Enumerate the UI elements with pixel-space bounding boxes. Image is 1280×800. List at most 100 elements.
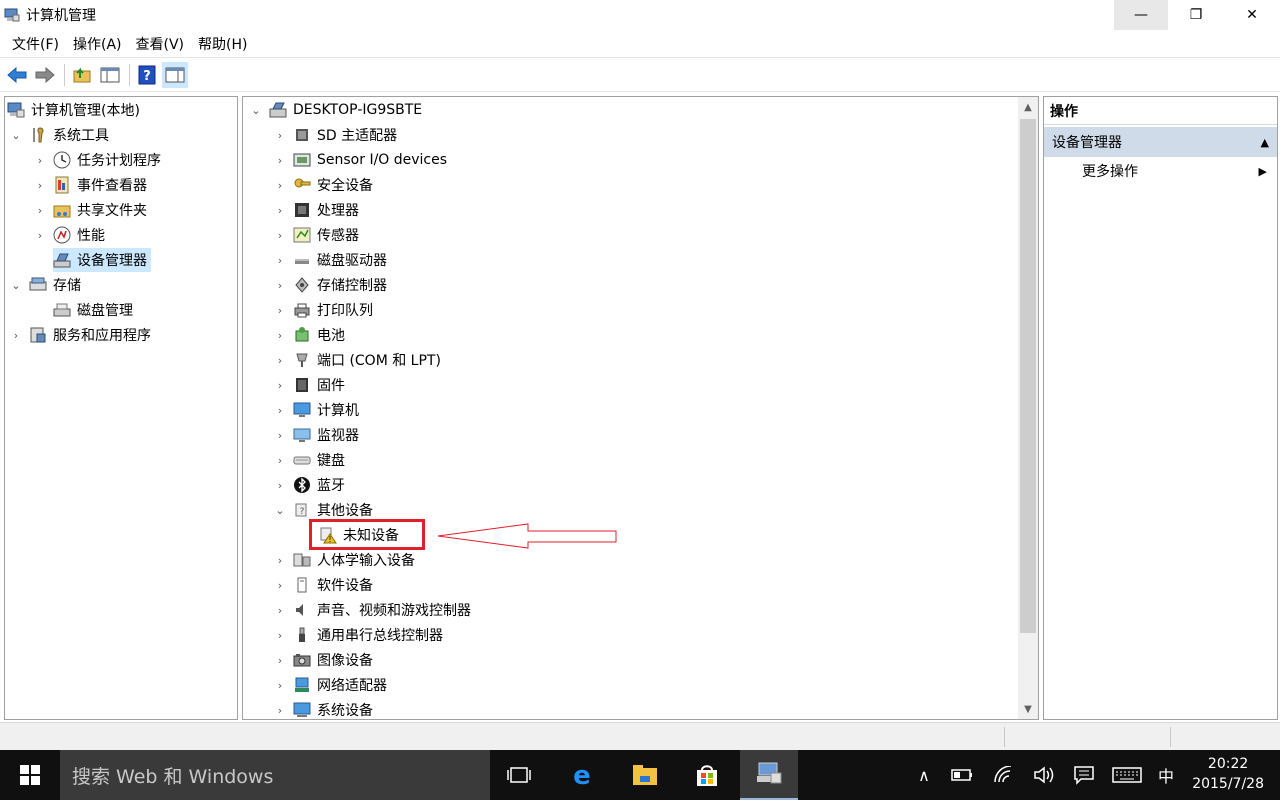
device-category[interactable]: › 图像设备 [273,648,373,672]
chevron-right-icon[interactable]: › [273,328,287,342]
store-icon[interactable] [678,750,736,800]
menu-help[interactable]: 帮助(H) [192,34,253,54]
restore-button[interactable]: ❐ [1168,0,1224,30]
device-category[interactable]: › Sensor I/O devices [273,148,447,172]
chevron-down-icon[interactable]: ⌄ [273,503,287,517]
chevron-right-icon[interactable]: › [273,428,287,442]
touch-keyboard-icon[interactable] [1110,750,1144,800]
start-button[interactable] [0,750,60,800]
tree-device-manager[interactable]: 设备管理器 [53,248,151,272]
device-category[interactable]: › 电池 [273,323,345,347]
tray-overflow-chevron-icon[interactable]: ∧ [910,750,938,800]
device-category[interactable]: › 键盘 [273,448,345,472]
more-actions-item[interactable]: 更多操作 ▶ [1044,157,1277,185]
menu-action[interactable]: 操作(A) [67,34,128,54]
chevron-right-icon[interactable]: › [273,303,287,317]
device-category[interactable]: › 处理器 [273,198,359,222]
disk-management-icon [53,301,71,319]
scroll-down-icon[interactable]: ▼ [1018,699,1038,719]
device-category[interactable]: › 磁盘驱动器 [273,248,387,272]
device-category[interactable]: › 存储控制器 [273,273,387,297]
chevron-right-icon[interactable]: › [273,153,287,167]
menu-file[interactable]: 文件(F) [6,34,65,54]
chevron-right-icon[interactable]: › [9,328,23,342]
menu-view[interactable]: 查看(V) [130,34,191,54]
device-category[interactable]: › 通用串行总线控制器 [273,623,443,647]
device-category[interactable]: › 传感器 [273,223,359,247]
chevron-right-icon[interactable]: › [273,678,287,692]
scroll-up-icon[interactable]: ▲ [1018,97,1038,117]
chevron-right-icon[interactable]: › [273,128,287,142]
minimize-button[interactable]: — [1114,0,1168,30]
chevron-right-icon[interactable]: › [33,228,47,242]
chevron-down-icon[interactable]: ⌄ [9,278,23,292]
chevron-right-icon[interactable]: › [273,228,287,242]
chevron-right-icon[interactable]: › [33,178,47,192]
chevron-right-icon[interactable]: › [273,628,287,642]
scrollbar-thumb[interactable] [1020,119,1036,633]
device-category[interactable]: › 固件 [273,373,345,397]
task-view-icon[interactable] [490,750,548,800]
device-category[interactable]: › 打印队列 [273,298,373,322]
show-hide-tree-icon[interactable] [97,62,123,88]
chevron-right-icon[interactable]: › [273,178,287,192]
device-category[interactable]: › SD 主适配器 [273,123,397,147]
tree-shared-folders[interactable]: › 共享文件夹 [33,198,147,222]
device-category[interactable]: › 系统设备 [273,698,373,719]
edge-browser-icon[interactable]: e [553,750,611,800]
tree-event-viewer[interactable]: › 事件查看器 [33,173,147,197]
forward-arrow-icon[interactable] [32,62,58,88]
device-category[interactable]: › 计算机 [273,398,359,422]
chevron-right-icon[interactable]: › [273,278,287,292]
device-category[interactable]: › 声音、视频和游戏控制器 [273,598,471,622]
chevron-right-icon[interactable]: › [273,703,287,717]
chevron-right-icon[interactable]: › [273,478,287,492]
computer-management-taskbar-icon[interactable] [740,750,798,800]
chevron-right-icon[interactable]: › [33,153,47,167]
chevron-right-icon[interactable]: › [33,203,47,217]
action-center-icon[interactable] [1070,750,1098,800]
up-folder-icon[interactable] [69,62,95,88]
system-clock[interactable]: 20:22 2015/7/28 [1192,754,1264,794]
tree-disk-management[interactable]: 磁盘管理 [53,298,133,322]
chevron-right-icon[interactable]: › [273,453,287,467]
device-tree-root[interactable]: ⌄ DESKTOP-IG9SBTE [249,98,422,122]
tree-services-apps[interactable]: › 服务和应用程序 [9,323,151,347]
chevron-right-icon[interactable]: › [273,653,287,667]
close-button[interactable]: ✕ [1224,0,1280,30]
device-category[interactable]: › 软件设备 [273,573,373,597]
vertical-scrollbar[interactable]: ▲ ▼ [1018,97,1038,719]
taskbar-search-input[interactable]: 搜索 Web 和 Windows [60,750,490,800]
chevron-right-icon[interactable]: › [273,378,287,392]
chevron-right-icon[interactable]: › [273,253,287,267]
help-icon[interactable]: ? [134,62,160,88]
ime-indicator[interactable]: 中 [1152,750,1180,800]
chevron-down-icon[interactable]: ⌄ [249,103,263,117]
chevron-right-icon[interactable]: › [273,603,287,617]
file-explorer-icon[interactable] [616,750,674,800]
device-category[interactable]: › 蓝牙 [273,473,345,497]
device-category[interactable]: › 端口 (COM 和 LPT) [273,348,441,372]
chevron-right-icon[interactable]: › [273,203,287,217]
back-arrow-icon[interactable] [4,62,30,88]
device-category[interactable]: › 网络适配器 [273,673,387,697]
chevron-right-icon[interactable]: › [273,553,287,567]
chevron-right-icon[interactable]: › [273,353,287,367]
actions-section-device-manager[interactable]: 设备管理器 ▲ [1044,127,1277,157]
battery-tray-icon[interactable] [948,750,976,800]
tree-root[interactable]: 计算机管理(本地) [7,98,140,122]
chevron-right-icon[interactable]: › [273,403,287,417]
tree-storage[interactable]: ⌄ 存储 [9,273,81,297]
collapse-arrow-icon[interactable]: ▲ [1261,136,1269,149]
volume-tray-icon[interactable] [1030,750,1058,800]
show-action-pane-icon[interactable] [162,61,188,88]
device-category[interactable]: › 监视器 [273,423,359,447]
wifi-tray-icon[interactable] [990,750,1018,800]
chevron-down-icon[interactable]: ⌄ [9,128,23,142]
tree-system-tools[interactable]: ⌄ 系统工具 [9,123,109,147]
device-category[interactable]: › 安全设备 [273,173,373,197]
device-category[interactable]: › 人体学输入设备 [273,548,415,572]
chevron-right-icon[interactable]: › [273,578,287,592]
tree-performance[interactable]: › 性能 [33,223,105,247]
tree-task-scheduler[interactable]: › 任务计划程序 [33,148,161,172]
